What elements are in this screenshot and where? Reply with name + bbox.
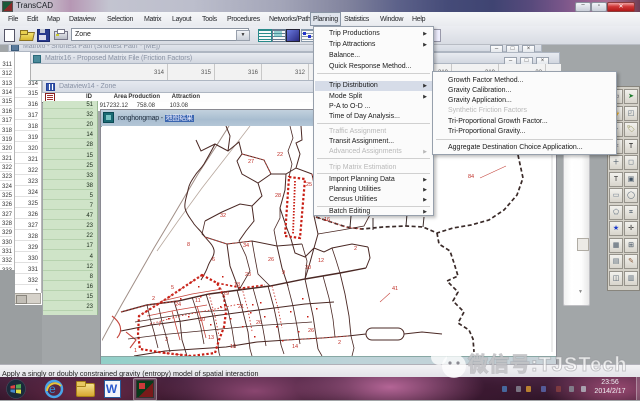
svg-text:6: 6: [212, 257, 215, 263]
svg-text:9: 9: [282, 270, 285, 276]
svg-text:25: 25: [306, 182, 312, 188]
svg-text:26: 26: [268, 257, 274, 263]
svg-text:16: 16: [324, 217, 330, 223]
svg-text:11: 11: [195, 298, 201, 304]
svg-text:34: 34: [243, 243, 249, 249]
svg-text:29: 29: [223, 291, 229, 297]
svg-text:2: 2: [354, 246, 357, 252]
svg-text:12: 12: [318, 258, 324, 264]
svg-text:13: 13: [208, 335, 214, 341]
svg-text:2: 2: [152, 296, 155, 302]
svg-text:24: 24: [175, 302, 181, 308]
svg-text:21: 21: [238, 304, 244, 310]
svg-text:7: 7: [158, 322, 161, 328]
svg-text:14: 14: [292, 344, 298, 350]
svg-text:8: 8: [187, 242, 190, 248]
svg-text:26: 26: [308, 328, 314, 334]
svg-text:2: 2: [338, 340, 341, 346]
svg-text:1: 1: [134, 348, 137, 354]
svg-text:32: 32: [220, 213, 226, 219]
svg-text:84: 84: [468, 174, 474, 180]
svg-text:27: 27: [248, 159, 254, 165]
svg-text:5: 5: [171, 285, 174, 291]
svg-text:18: 18: [234, 282, 240, 288]
svg-text:22: 22: [277, 152, 283, 158]
svg-text:28: 28: [275, 193, 281, 199]
svg-text:41: 41: [392, 286, 398, 292]
svg-text:e: e: [49, 382, 56, 396]
